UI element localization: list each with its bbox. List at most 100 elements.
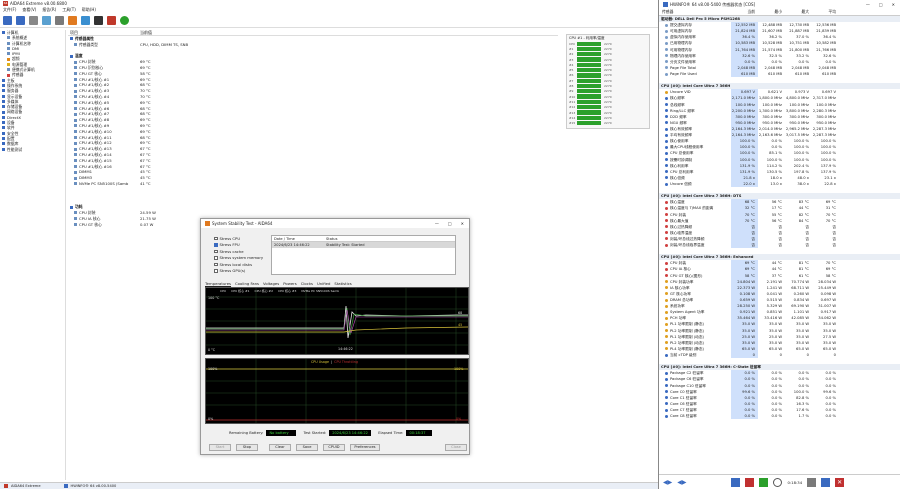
stability-test-window: System Stability Test - AIDA64 — □ ✕ Stres… [200,218,470,455]
legend-nvme[interactable]: NVMe PC SN5100S Samb [301,289,339,293]
col-avg[interactable]: 平均 [812,9,839,15]
col-sensor[interactable]: 传感器 [659,9,731,15]
minimize-icon[interactable]: — [866,2,870,7]
stress-checkbox[interactable] [214,236,218,240]
col-item[interactable]: 项目 [68,30,140,35]
taskbar-item-aida64[interactable]: AIDA64 Extreme [11,484,41,488]
network-icon[interactable] [731,477,741,487]
benchmark-icon[interactable] [68,15,77,25]
hwinfo-sensor-icon [665,261,668,265]
mini-graph-bar [577,46,601,52]
close-icon[interactable]: ✕ [461,221,464,226]
save-button[interactable]: Save [296,444,318,451]
temp-line-core2 [206,309,468,334]
bios-icon[interactable] [94,15,103,25]
exit-icon[interactable]: ✕ [835,477,845,487]
mini-graph-rows: CPU 2270 #1 2270 #2 2270 #3 2270 #4 2270 #5 2270 #6 2… [567,41,649,126]
tab-cooling-fans[interactable]: Cooling Fans [235,281,259,286]
tree-item-icon [2,78,5,82]
tree-item-icon [2,142,5,146]
close-button[interactable]: Close [445,444,467,451]
clock-icon [773,477,783,487]
mini-graph-value: 2270 [604,84,612,89]
sensor-icon [74,124,77,128]
maximize-icon[interactable]: □ [448,221,452,226]
stress-option[interactable]: Stress system memory [214,255,264,262]
nav-left-icon[interactable]: ◀▶ [663,479,672,486]
nav-right-icon[interactable]: ◀▶ [677,479,686,486]
mini-graph-value: 2270 [604,41,612,46]
hwinfo-rows: 驱动器: DELL Dell Pro 5 Micro PSM1268 提交虚拟内存… [659,16,900,474]
temp-graph-time: 14:46:22 [338,347,353,351]
temp-line-cpu [206,305,468,339]
forward-icon[interactable] [16,15,25,25]
tab-statistics[interactable]: Statistics [334,281,351,286]
menu-file[interactable]: 文件(F) [3,7,16,13]
stress-checkbox[interactable] [214,262,218,266]
log-col-datetime[interactable]: Date / Time [272,236,326,241]
hwinfo-sensor-icon [665,151,668,155]
stress-option-label: Stress GPU(s) [219,268,246,274]
cpuid-button[interactable]: CPUID [323,444,345,451]
graph-icon[interactable] [759,477,769,487]
col-max[interactable]: 最大 [785,9,812,15]
up-icon[interactable] [29,15,38,25]
driver-icon[interactable] [107,15,116,25]
hwinfo-sensor-icon [665,347,668,351]
menu-help[interactable]: 帮助(H) [82,7,96,13]
tree-item-icon [7,47,10,51]
menu-tools[interactable]: 工具(T) [62,7,76,13]
menu-report[interactable]: 报告(R) [42,7,56,13]
minimize-icon[interactable]: — [435,221,439,226]
mini-graph-label: #3 [569,57,574,62]
log-col-status[interactable]: Status [326,236,337,241]
legend-core1[interactable]: CPU 核心 #1 [231,289,249,293]
legend-cpu[interactable]: CPU [220,289,226,293]
hwinfo-sensor-icon [665,121,668,125]
menu-view[interactable]: 查看(V) [22,7,36,13]
legend-core2[interactable]: CPU 核心 #2 [255,289,273,293]
reset-icon[interactable] [821,477,831,487]
report-icon[interactable] [745,477,755,487]
mini-graph-bar [577,115,601,120]
report-icon[interactable] [55,15,64,25]
stress-checkbox[interactable] [214,269,218,273]
col-min[interactable]: 最小 [758,9,785,15]
tree-item[interactable]: 性能测试 [0,147,65,152]
preferences-button[interactable]: Preferences [350,444,380,451]
settings-icon[interactable] [807,477,817,487]
tab-voltages[interactable]: Voltages [263,281,279,286]
hwinfo-sensor-icon [665,127,668,131]
hwinfo-sensor-icon [665,170,668,174]
col-value[interactable]: 当前值 [140,30,152,35]
system-stability-icon[interactable] [81,15,90,25]
hwinfo-sensor-icon [665,304,668,308]
legend-core3[interactable]: CPU 核心 #3 [278,289,296,293]
col-current[interactable]: 当前 [731,9,758,15]
maximize-icon[interactable]: □ [879,2,883,7]
stress-option[interactable]: Stress GPU(s) [214,268,264,275]
tab-unified[interactable]: Unified [317,281,330,286]
start-button[interactable]: Start [209,444,231,451]
tab-powers[interactable]: Powers [283,281,296,286]
stress-checkbox[interactable] [214,243,218,247]
stop-button[interactable]: Stop [236,444,258,451]
stress-checkbox[interactable] [214,256,218,260]
mini-graph-label: #13 [569,110,576,115]
tree-item-icon [2,121,5,125]
hwinfo-sensor-icon [665,109,668,113]
tab-temperatures[interactable]: Temperatures [205,281,231,286]
tab-clocks[interactable]: Clocks [301,281,313,286]
stress-checkbox[interactable] [214,249,218,253]
stability-buttons: Start Stop Clear Save CPUID Preferences … [209,444,467,451]
clear-button[interactable]: Clear [269,444,291,451]
back-icon[interactable] [3,15,12,25]
taskbar-item-hwinfo[interactable]: HWiNFO® 64 v8.00-5400 [71,484,117,488]
hwinfo-row[interactable]: Core C8 驻留率 0.0 % 0.0 % 1.7 % 0.0 % [659,413,900,420]
close-icon[interactable]: ✕ [892,2,895,7]
log-row[interactable]: 2024/6/23 14:46:22 Stability Test: Start… [272,242,455,248]
hwinfo-header: 传感器 当前 最小 最大 平均 [659,9,900,16]
mini-graph-label: #10 [569,94,576,99]
refresh-icon[interactable] [42,15,51,25]
cpuid-icon[interactable] [120,15,129,25]
